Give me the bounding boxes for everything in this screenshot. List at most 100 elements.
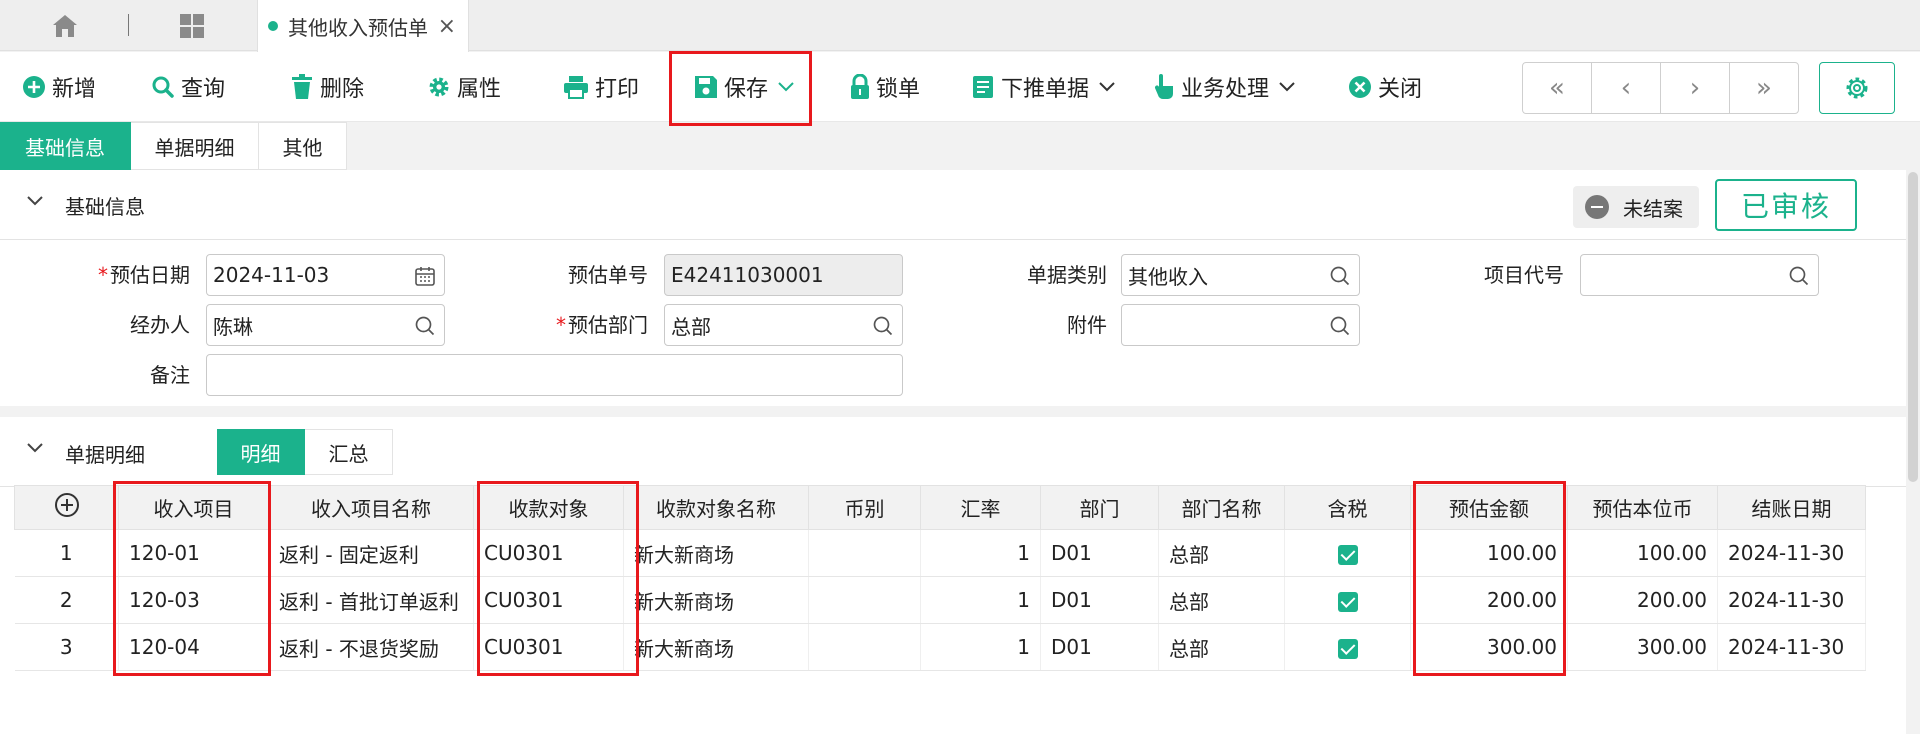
cell-currency[interactable] bbox=[808, 576, 921, 624]
cell-income-item-name[interactable]: 返利 - 固定返利 bbox=[268, 529, 474, 577]
cell-base-currency[interactable]: 200.00 bbox=[1567, 576, 1718, 624]
push-down-button[interactable]: 下推单据 bbox=[971, 66, 1115, 108]
chevron-down-icon[interactable] bbox=[26, 442, 44, 454]
next-record-button[interactable]: › bbox=[1660, 62, 1730, 114]
scrollbar-thumb[interactable] bbox=[1908, 172, 1918, 482]
minus-circle-icon bbox=[1585, 195, 1609, 219]
cell-income-item-name[interactable]: 返利 - 首批订单返利 bbox=[268, 576, 474, 624]
cell-rate[interactable]: 1 bbox=[920, 623, 1041, 671]
search-icon[interactable] bbox=[414, 315, 436, 337]
tab-detail[interactable]: 明细 bbox=[217, 429, 305, 475]
add-row-button[interactable] bbox=[14, 485, 119, 530]
chevron-down-icon[interactable] bbox=[26, 195, 44, 207]
cell-dept[interactable]: D01 bbox=[1040, 576, 1159, 624]
col-base-currency[interactable]: 预估本位币 bbox=[1567, 485, 1718, 530]
cell-dept-name[interactable]: 总部 bbox=[1158, 623, 1285, 671]
cell-close-date[interactable]: 2024-11-30 bbox=[1717, 576, 1866, 624]
col-dept-name[interactable]: 部门名称 bbox=[1158, 485, 1285, 530]
grid-icon[interactable] bbox=[178, 12, 206, 40]
search-icon[interactable] bbox=[1329, 265, 1351, 287]
cell-tax-included[interactable] bbox=[1284, 529, 1411, 577]
table-row[interactable]: 2 120-03 返利 - 首批订单返利 CU0301 新大新商场 1 D01 … bbox=[14, 576, 1866, 624]
checkbox-checked[interactable] bbox=[1337, 544, 1358, 565]
cell-dept-name[interactable]: 总部 bbox=[1158, 576, 1285, 624]
query-button[interactable]: 查询 bbox=[151, 66, 225, 108]
previous-record-button[interactable]: ‹ bbox=[1591, 62, 1661, 114]
business-process-button[interactable]: 业务处理 bbox=[1153, 66, 1295, 108]
base-info-panel: 基础信息 未结案 已审核 * 预估日期 2024-11-03 预估单号 E4241… bbox=[0, 170, 1906, 406]
cell-close-date[interactable]: 2024-11-30 bbox=[1717, 623, 1866, 671]
project-field[interactable] bbox=[1580, 254, 1819, 296]
cell-base-currency[interactable]: 100.00 bbox=[1567, 529, 1718, 577]
properties-button[interactable]: 属性 bbox=[427, 66, 501, 108]
settings-button[interactable] bbox=[1819, 62, 1895, 114]
calendar-icon[interactable] bbox=[414, 265, 436, 287]
cell-currency[interactable] bbox=[808, 529, 921, 577]
push-down-button-label: 下推单据 bbox=[1001, 77, 1090, 102]
cell-currency[interactable] bbox=[808, 623, 921, 671]
est-date-label: * 预估日期 bbox=[98, 263, 190, 287]
doc-type-field[interactable]: 其他收入 bbox=[1121, 254, 1360, 296]
col-dept[interactable]: 部门 bbox=[1040, 485, 1159, 530]
cell-tax-included[interactable] bbox=[1284, 576, 1411, 624]
last-record-button[interactable]: » bbox=[1729, 62, 1799, 114]
tab-strip: 其他收入预估单 × bbox=[0, 0, 1920, 52]
est-date-field[interactable]: 2024-11-03 bbox=[206, 254, 445, 296]
col-close-date[interactable]: 结账日期 bbox=[1717, 485, 1866, 530]
tab-base-info[interactable]: 基础信息 bbox=[0, 122, 131, 170]
tab-summary[interactable]: 汇总 bbox=[305, 429, 393, 475]
attach-field[interactable] bbox=[1121, 304, 1360, 346]
print-button[interactable]: 打印 bbox=[563, 66, 639, 108]
row-number: 2 bbox=[14, 576, 119, 624]
col-rate[interactable]: 汇率 bbox=[920, 485, 1041, 530]
search-icon[interactable] bbox=[1329, 315, 1351, 337]
tab-other[interactable]: 其他 bbox=[259, 122, 347, 170]
cell-rate[interactable]: 1 bbox=[920, 576, 1041, 624]
table-row[interactable]: 1 120-01 返利 - 固定返利 CU0301 新大新商场 1 D01 总部… bbox=[14, 529, 1866, 577]
tab-other-income-estimate[interactable]: 其他收入预估单 × bbox=[257, 0, 469, 52]
close-button[interactable]: 关闭 bbox=[1348, 66, 1422, 108]
home-icon[interactable] bbox=[50, 12, 80, 40]
close-icon[interactable]: × bbox=[438, 14, 456, 39]
est-no-label: 预估单号 bbox=[568, 263, 648, 287]
cell-dept[interactable]: D01 bbox=[1040, 623, 1159, 671]
col-income-item-name[interactable]: 收入项目名称 bbox=[268, 485, 474, 530]
lock-button[interactable]: 锁单 bbox=[850, 66, 920, 108]
search-icon[interactable] bbox=[1788, 265, 1810, 287]
cell-payer-name[interactable]: 新大新商场 bbox=[623, 576, 809, 624]
remark-label: 备注 bbox=[150, 363, 190, 387]
row-number: 1 bbox=[14, 529, 119, 577]
chevron-down-icon[interactable] bbox=[1279, 82, 1295, 92]
vertical-scrollbar[interactable] bbox=[1906, 170, 1920, 734]
table-row[interactable]: 3 120-04 返利 - 不退货奖励 CU0301 新大新商场 1 D01 总… bbox=[14, 623, 1866, 671]
dept-field[interactable]: 总部 bbox=[664, 304, 903, 346]
cell-dept[interactable]: D01 bbox=[1040, 529, 1159, 577]
new-button[interactable]: 新增 bbox=[22, 66, 96, 108]
cell-payer-name[interactable]: 新大新商场 bbox=[623, 623, 809, 671]
first-record-button[interactable]: « bbox=[1522, 62, 1592, 114]
close-button-label: 关闭 bbox=[1378, 77, 1423, 102]
cell-tax-included[interactable] bbox=[1284, 623, 1411, 671]
cell-dept-name[interactable]: 总部 bbox=[1158, 529, 1285, 577]
table-header-row: 收入项目 收入项目名称 收款对象 收款对象名称 币别 汇率 部门 部门名称 含税… bbox=[14, 485, 1866, 530]
search-icon[interactable] bbox=[872, 315, 894, 337]
case-status-badge: 未结案 bbox=[1573, 186, 1699, 228]
remark-field[interactable] bbox=[206, 354, 903, 396]
tab-doc-details[interactable]: 单据明细 bbox=[131, 122, 259, 170]
cell-income-item-name[interactable]: 返利 - 不退货奖励 bbox=[268, 623, 474, 671]
col-payer-name[interactable]: 收款对象名称 bbox=[623, 485, 809, 530]
cell-close-date[interactable]: 2024-11-30 bbox=[1717, 529, 1866, 577]
col-currency[interactable]: 币别 bbox=[808, 485, 921, 530]
delete-button[interactable]: 删除 bbox=[290, 66, 364, 108]
gear-icon bbox=[429, 77, 449, 97]
handler-field[interactable]: 陈琳 bbox=[206, 304, 445, 346]
col-tax-included[interactable]: 含税 bbox=[1284, 485, 1411, 530]
checkbox-checked[interactable] bbox=[1337, 638, 1358, 659]
delete-button-label: 删除 bbox=[320, 77, 365, 102]
checkbox-checked[interactable] bbox=[1337, 591, 1358, 612]
cell-rate[interactable]: 1 bbox=[920, 529, 1041, 577]
chevron-down-icon[interactable] bbox=[1099, 82, 1115, 92]
cell-base-currency[interactable]: 300.00 bbox=[1567, 623, 1718, 671]
amount-highlight-box bbox=[1413, 481, 1566, 676]
cell-payer-name[interactable]: 新大新商场 bbox=[623, 529, 809, 577]
